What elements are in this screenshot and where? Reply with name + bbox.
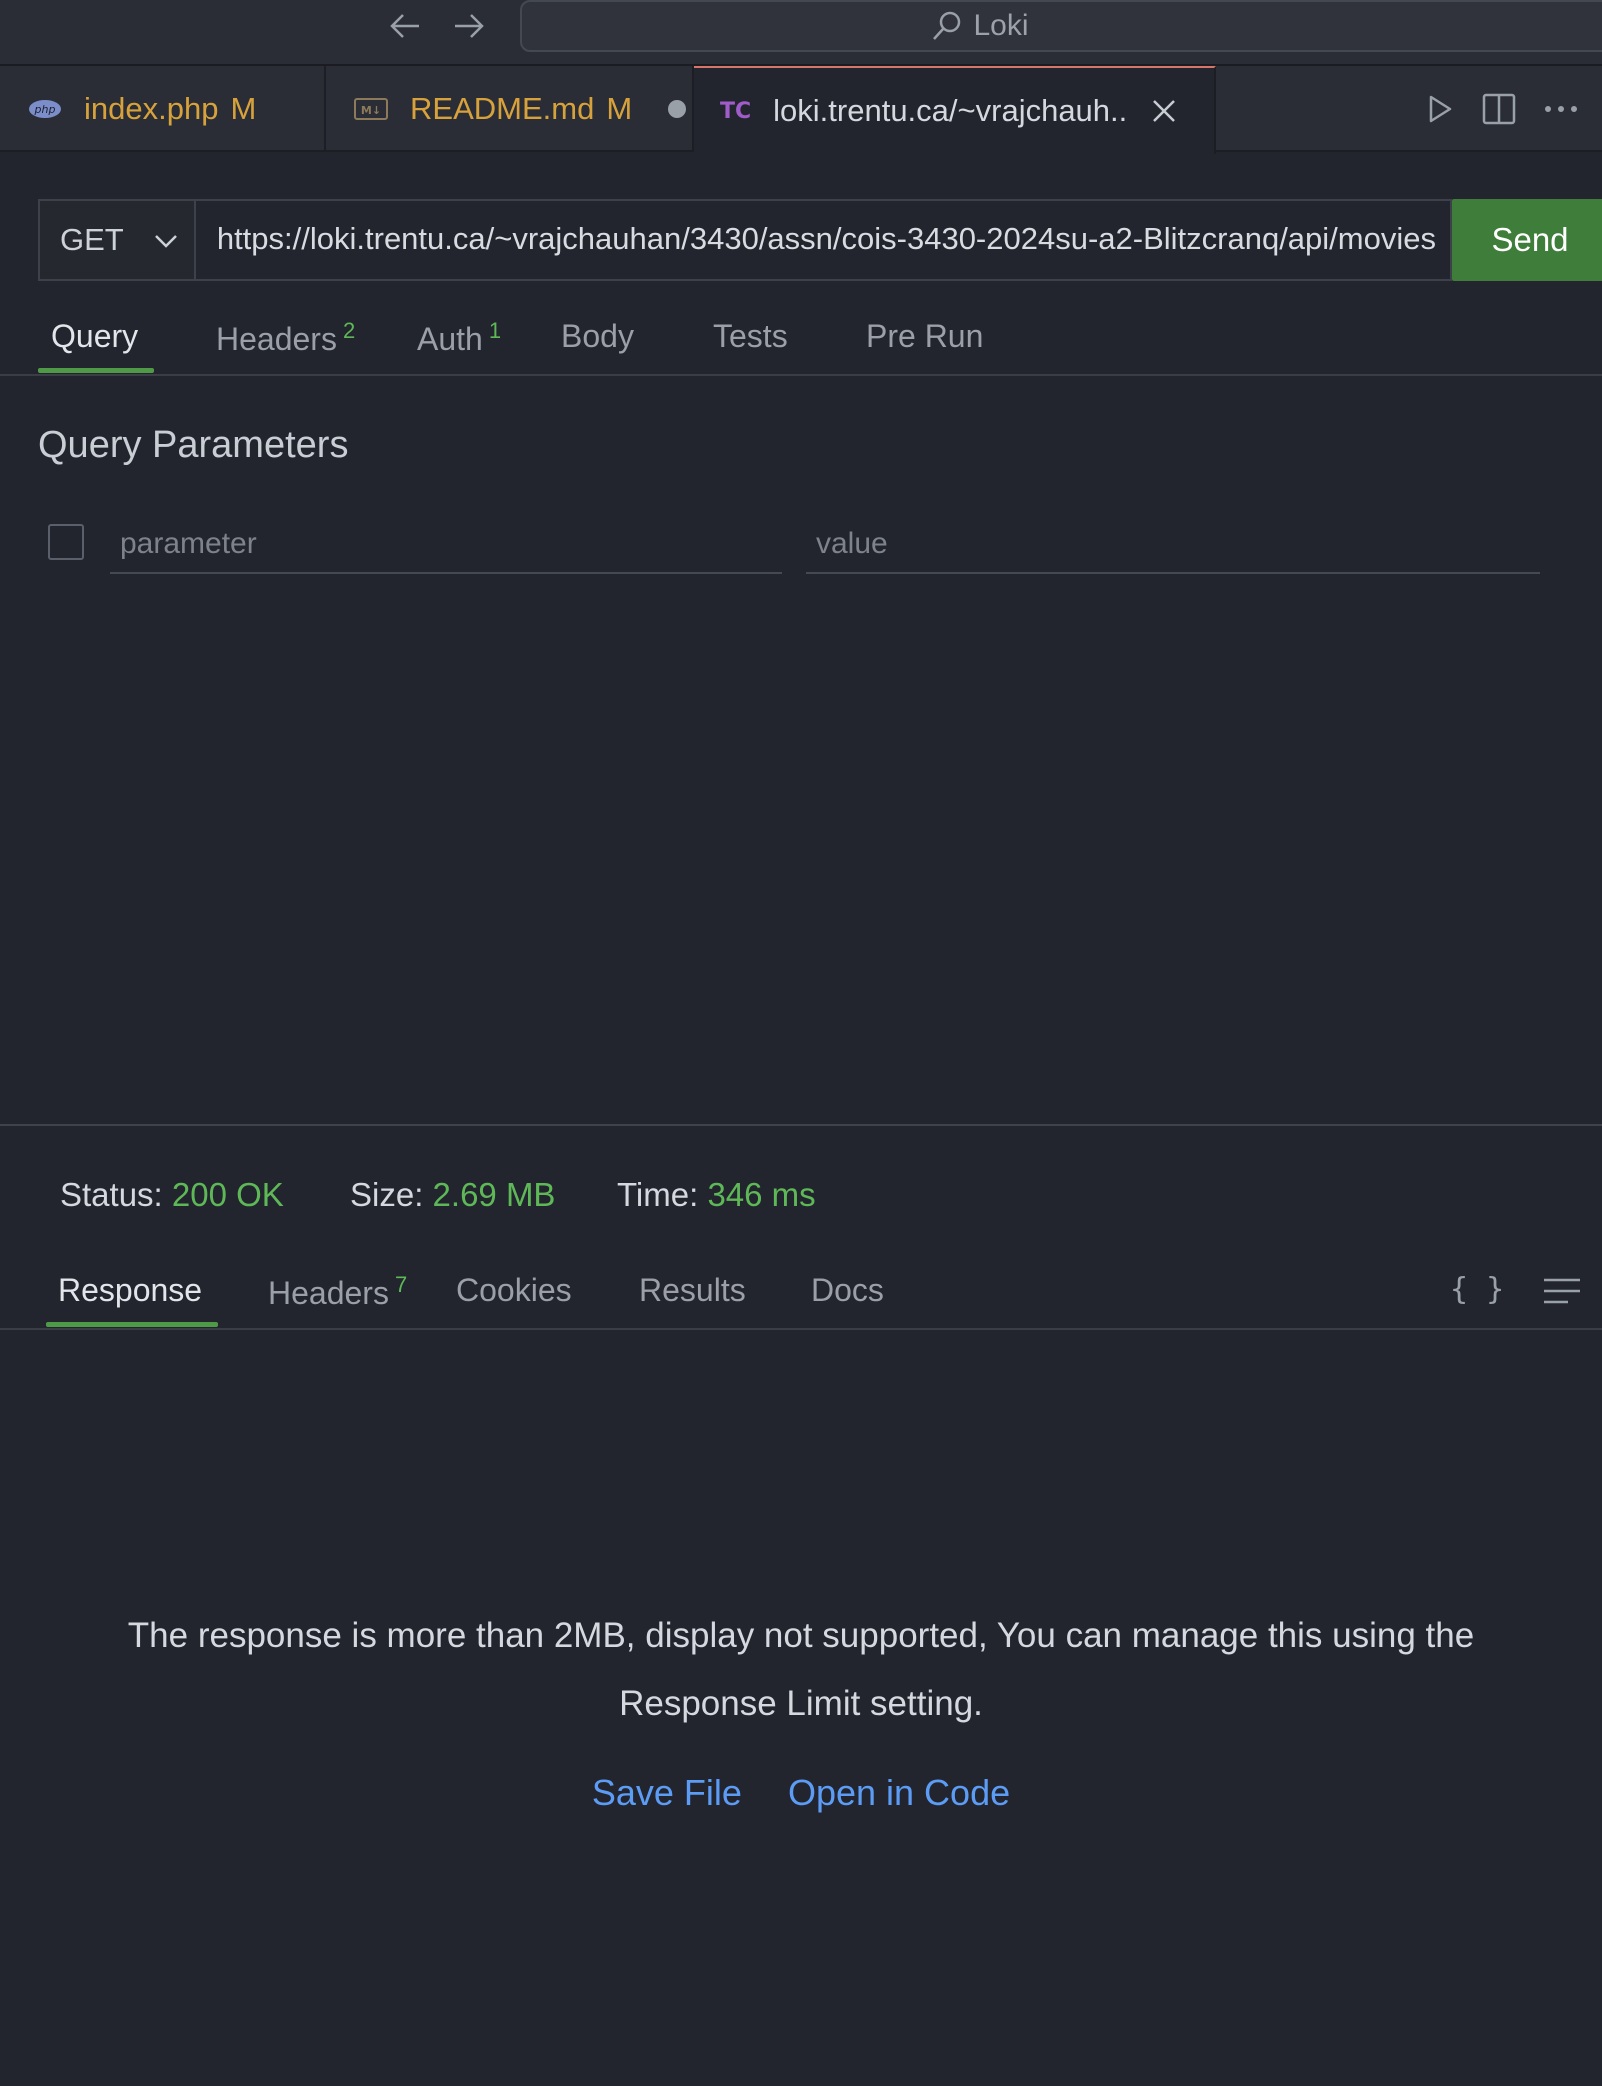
modified-badge: M	[230, 91, 257, 126]
query-parameters-title: Query Parameters	[38, 424, 349, 466]
tab-auth[interactable]: Auth 1	[417, 318, 501, 358]
search-icon	[931, 10, 963, 42]
tab-query-label: Query	[51, 318, 139, 354]
tab-response[interactable]: Response	[58, 1272, 202, 1309]
save-file-link[interactable]: Save File	[592, 1772, 742, 1813]
url-input[interactable]: https://loki.trentu.ca/~vrajchauhan/3430…	[194, 199, 1452, 281]
tab-docs[interactable]: Docs	[811, 1272, 884, 1309]
tab-readme-md[interactable]: M↓ README.md M	[326, 66, 694, 152]
tab-cookies[interactable]: Cookies	[456, 1272, 572, 1309]
tab-body[interactable]: Body	[561, 318, 634, 355]
method-select[interactable]: GET	[38, 199, 196, 281]
auth-count-badge: 1	[488, 318, 502, 343]
tab-label: loki.trentu.ca/~vrajchauh..	[773, 93, 1128, 128]
tab-results[interactable]: Results	[639, 1272, 746, 1309]
time-info: Time: 346 ms	[617, 1176, 816, 1214]
word-wrap-icon[interactable]	[1542, 1276, 1582, 1311]
php-icon: php	[28, 99, 62, 119]
size-value: 2.69 MB	[432, 1176, 556, 1213]
size-label: Size:	[350, 1176, 424, 1213]
modified-badge: M	[606, 91, 633, 126]
close-icon[interactable]	[1151, 98, 1177, 124]
response-headers-count-badge: 7	[394, 1272, 408, 1297]
time-label: Time:	[617, 1176, 699, 1213]
value-input[interactable]: value	[806, 516, 1540, 574]
response-tabs: Response Headers 7 Cookies Results Docs {…	[0, 1254, 1602, 1330]
tab-auth-label: Auth	[417, 321, 483, 357]
tab-actions	[1426, 66, 1592, 152]
tab-pre-run[interactable]: Pre Run	[866, 318, 983, 355]
more-actions-icon[interactable]	[1544, 105, 1578, 113]
tab-label: index.php	[84, 91, 219, 126]
format-json-icon[interactable]: { }	[1450, 1272, 1504, 1307]
status-info: Status: 200 OK	[60, 1176, 284, 1214]
panel-divider[interactable]	[0, 1124, 1602, 1126]
url-text: https://loki.trentu.ca/~vrajchauhan/3430…	[216, 221, 1436, 256]
forward-arrow-icon[interactable]	[448, 6, 488, 46]
tab-tests[interactable]: Tests	[713, 318, 788, 355]
back-arrow-icon[interactable]	[386, 6, 426, 46]
run-icon[interactable]	[1426, 94, 1454, 124]
markdown-icon: M↓	[354, 98, 388, 120]
tab-label: README.md	[410, 91, 595, 126]
response-limit-message: The response is more than 2MB, display n…	[127, 1616, 1475, 1723]
status-label: Status:	[60, 1176, 163, 1213]
tab-index-php[interactable]: php index.php M	[0, 66, 326, 152]
editor-tab-bar: php index.php M M↓ README.md M TC loki.t…	[0, 66, 1602, 154]
thunder-client-icon: TC	[720, 98, 752, 124]
chevron-down-icon	[152, 227, 180, 263]
tab-response-headers[interactable]: Headers 7	[268, 1272, 407, 1312]
command-center-search[interactable]: Loki	[520, 0, 1602, 52]
unsaved-dot-icon	[668, 100, 687, 118]
active-response-tab-indicator	[46, 1322, 218, 1327]
status-value: 200 OK	[171, 1176, 284, 1213]
response-actions: Save File Open in Code	[0, 1772, 1602, 1814]
tab-headers[interactable]: Headers 2	[216, 318, 355, 358]
headers-count-badge: 2	[342, 318, 356, 343]
request-url-bar: GET https://loki.trentu.ca/~vrajchauhan/…	[38, 199, 1602, 281]
parameter-input[interactable]: parameter	[110, 516, 782, 574]
method-value: GET	[60, 222, 124, 257]
param-enable-checkbox[interactable]	[48, 524, 84, 560]
open-in-code-link[interactable]: Open in Code	[788, 1772, 1010, 1813]
tab-query[interactable]: Query	[51, 318, 138, 355]
split-editor-icon[interactable]	[1482, 93, 1516, 125]
active-tab-indicator	[38, 368, 154, 373]
svg-text:php: php	[34, 103, 56, 116]
search-text: Loki	[973, 9, 1029, 42]
svg-text:M↓: M↓	[361, 104, 381, 117]
size-info: Size: 2.69 MB	[350, 1176, 555, 1214]
tab-response-headers-label: Headers	[268, 1275, 389, 1311]
tab-headers-label: Headers	[216, 321, 337, 357]
title-bar: Loki	[0, 0, 1602, 66]
time-value: 346 ms	[707, 1176, 816, 1213]
tab-loki-request[interactable]: TC loki.trentu.ca/~vrajchauh..	[694, 66, 1216, 154]
request-tabs: Query Headers 2 Auth 1 Body Tests Pre Run	[0, 300, 1602, 376]
send-button[interactable]: Send	[1452, 199, 1602, 281]
